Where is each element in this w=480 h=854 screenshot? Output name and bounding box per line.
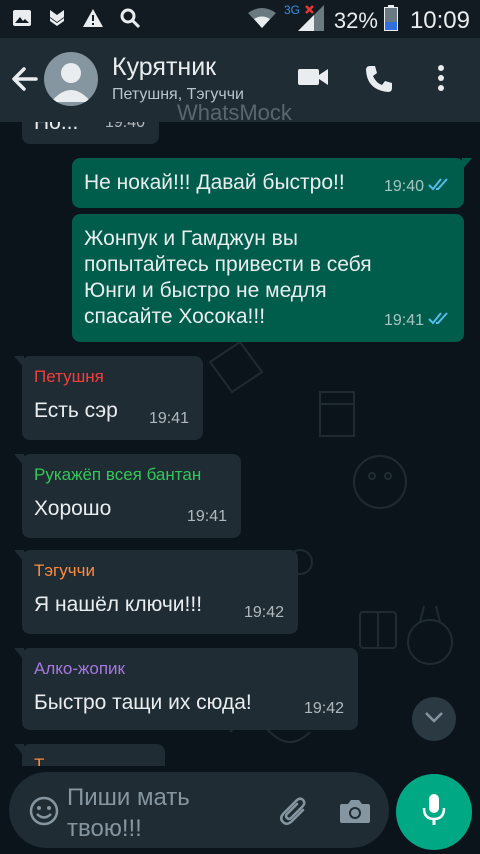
message-time: 19:42 [303, 700, 344, 717]
message-meta: 19:40 [105, 122, 145, 136]
message-input-placeholder[interactable]: Пиши мать твою!!! [67, 782, 237, 844]
mic-icon [421, 793, 447, 832]
sender-name[interactable]: Тэгуччи [34, 558, 286, 584]
message-time: 19:41 [383, 312, 424, 329]
default-avatar-icon [51, 63, 91, 102]
battery-icon [383, 5, 398, 36]
more-vert-icon[interactable] [437, 64, 445, 97]
gallery-icon [12, 9, 32, 27]
message-meta: 19:40 [384, 174, 450, 200]
read-ticks-icon [428, 308, 450, 334]
message-bubble-incoming[interactable]: Алко-жопик Быстро тащи их сюда! 19:42 [14, 648, 358, 730]
message-meta: 19:42 [244, 600, 284, 626]
message-bubble-incoming[interactable]: Петушня Есть сэр 19:41 [14, 356, 203, 440]
read-ticks-icon [428, 174, 450, 200]
message-meta: 19:41 [187, 504, 227, 530]
emoji-icon[interactable] [29, 796, 59, 831]
message-composer: Пиши мать твою!!! [0, 766, 480, 854]
status-bar: 3G 32% 10:09 [0, 0, 480, 38]
group-avatar[interactable] [44, 52, 98, 106]
sender-name[interactable]: Петушня [34, 364, 191, 390]
message-text: Но... [34, 122, 79, 134]
message-bubble-incoming[interactable]: Но... 19:40 [22, 122, 159, 144]
mic-button[interactable] [396, 774, 472, 850]
scroll-to-bottom-button[interactable] [412, 697, 456, 741]
message-list[interactable]: Но... 19:40 Не нокай!!! Давай быстро!! 1… [0, 122, 480, 766]
network-type-label: 3G [284, 3, 300, 17]
notification-icons [12, 8, 140, 28]
message-bubble-outgoing[interactable]: Жонпук и Гамджун вы попытайтесь привести… [72, 214, 464, 342]
message-text: Быстро тащи их сюда! [34, 691, 252, 714]
search-icon [120, 8, 140, 28]
phone-icon[interactable] [364, 64, 394, 99]
message-text: Жонпук и Гамджун вы попытайтесь привести… [84, 227, 372, 328]
sender-name[interactable]: Т... [34, 752, 153, 766]
chevron-down-icon [424, 710, 444, 728]
wifi-icon [246, 6, 278, 35]
message-bubble-outgoing[interactable]: Не нокай!!! Давай быстро!! 19:40 [72, 158, 472, 208]
chat-header: Курятник Петушня, Тэгуччи WhatsMock [0, 38, 480, 125]
sender-name[interactable]: Рукажёп всея бантан [34, 462, 229, 488]
sender-name[interactable]: Алко-жопик [34, 656, 346, 682]
back-arrow-icon[interactable] [10, 64, 40, 99]
message-meta: 19:42 [304, 696, 344, 722]
clock: 10:09 [409, 6, 470, 34]
message-bubble-incoming[interactable]: Рукажёп всея бантан Хорошо 19:41 [14, 454, 241, 538]
message-time: 19:41 [186, 508, 227, 525]
message-time: 19:40 [104, 122, 145, 131]
system-icons: 3G 32% 10:09 [246, 3, 470, 38]
chat-title[interactable]: Курятник [112, 53, 216, 82]
message-bubble-incoming[interactable]: Т... [14, 744, 165, 766]
camera-icon[interactable] [339, 798, 371, 829]
battery-percent: 32% [333, 7, 378, 33]
attach-icon[interactable] [279, 796, 309, 833]
shield-icon [48, 8, 66, 28]
message-text: Не нокай!!! Давай быстро!! [84, 171, 345, 194]
message-time: 19:41 [148, 410, 189, 427]
message-bubble-incoming[interactable]: Тэгуччи Я нашёл ключи!!! 19:42 [14, 550, 298, 634]
message-meta: 19:41 [384, 308, 450, 334]
message-input[interactable]: Пиши мать твою!!! [9, 772, 389, 848]
video-call-icon[interactable] [297, 64, 329, 95]
warning-icon [82, 8, 104, 28]
signal-icon: 3G [284, 3, 328, 38]
message-time: 19:40 [383, 178, 424, 195]
message-time: 19:42 [243, 604, 284, 621]
message-meta: 19:41 [149, 406, 189, 432]
